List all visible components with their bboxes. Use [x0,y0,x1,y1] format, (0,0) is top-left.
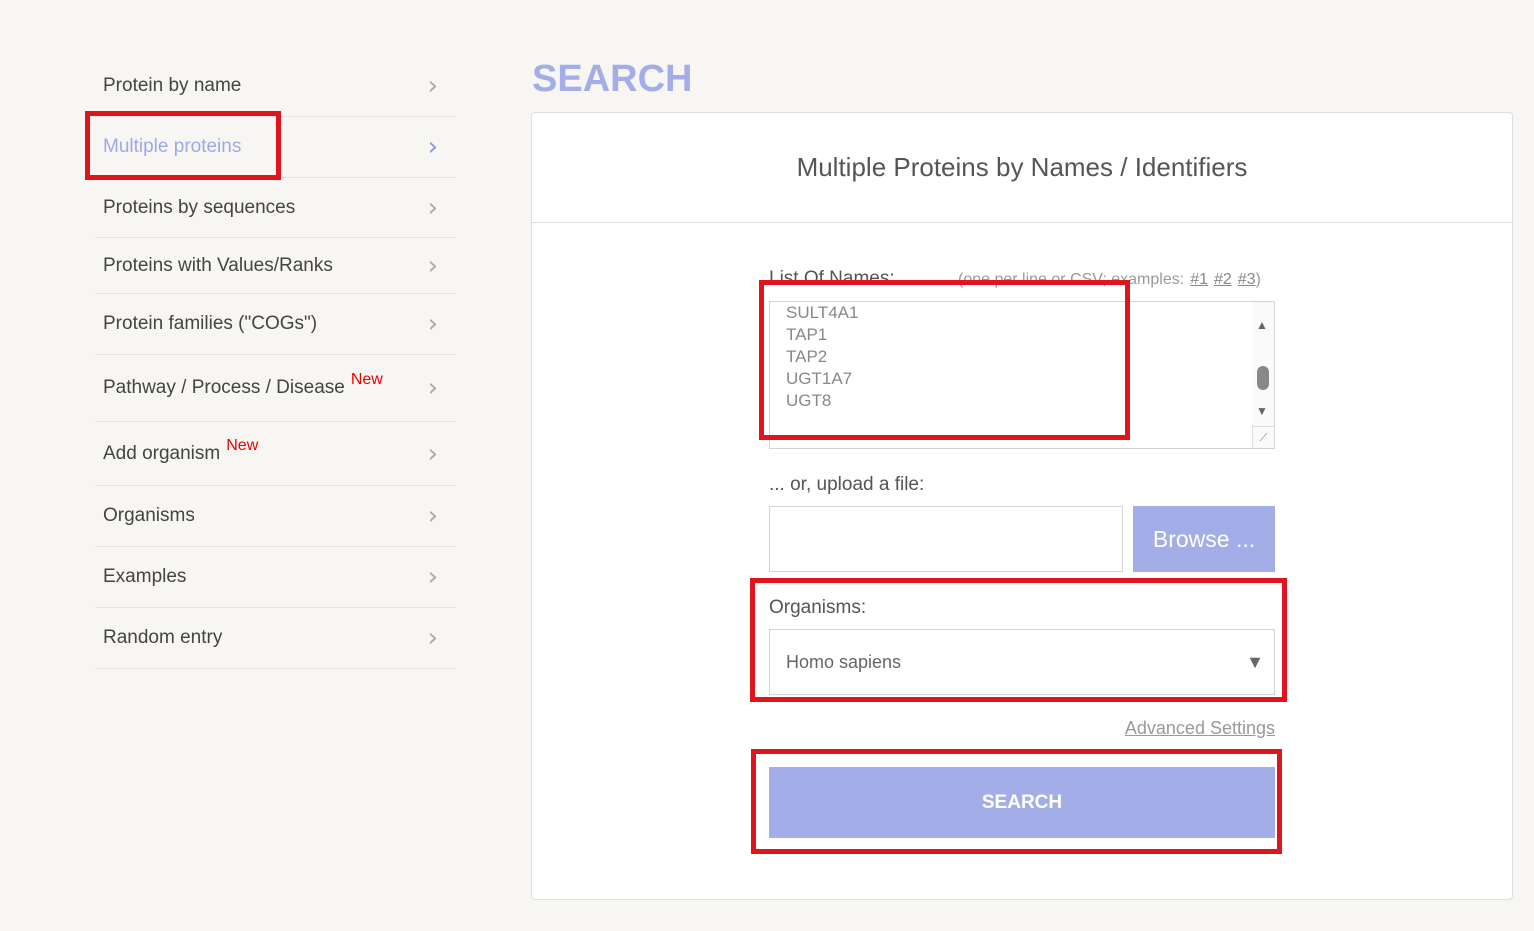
sidebar-item-examples[interactable]: Examples › [95,547,456,608]
organisms-label: Organisms: [769,597,867,618]
name-line: SULT4A1 [786,303,859,322]
chevron-right-icon: › [427,623,438,653]
page-title: SEARCH [532,58,693,100]
panel-heading: Multiple Proteins by Names / Identifiers [532,113,1512,223]
chevron-right-icon: › [427,192,438,223]
chevron-right-icon: › [427,501,438,531]
examples-hint: (one per line or CSV; examples: #1 #2 #3) [958,271,1261,289]
sidebar-item-add-organism[interactable]: Add organism New › [95,422,456,486]
search-button[interactable]: SEARCH [769,767,1275,838]
label: Protein families ("COGs") [103,313,318,334]
scroll-thumb[interactable] [1257,366,1269,390]
list-label: List Of Names: [769,268,895,289]
upload-label: ... or, upload a file: [769,474,925,495]
scrollbar[interactable]: ▲ ▼ ⟋ [1252,302,1274,448]
dropdown-arrow-icon: ▼ [1246,651,1264,672]
name-line: TAP2 [786,347,828,366]
sidebar-nav: Protein by name › Multiple proteins › Prot… [95,56,456,669]
label: Protein by name [103,75,242,96]
example-3-link[interactable]: #3 [1238,271,1256,288]
chevron-right-icon: › [427,71,438,101]
names-textarea[interactable]: SULT4A1 TAP1 TAP2 UGT1A7 UGT8 ▲ ▼ ⟋ [769,301,1275,449]
chevron-right-icon: › [427,250,438,281]
file-input[interactable] [769,506,1123,572]
label: Organisms [103,505,195,526]
label: Multiple proteins [103,136,242,157]
scroll-up-icon[interactable]: ▲ [1256,314,1268,336]
new-badge: New [350,371,383,388]
sidebar-item-protein-families[interactable]: Protein families ("COGs") › [95,294,456,355]
sidebar-item-multiple-proteins[interactable]: Multiple proteins › [95,117,456,178]
sidebar-item-protein-by-name[interactable]: Protein by name › [95,56,456,117]
chevron-right-icon: › [427,373,438,403]
hint-text: (one per line or CSV; examples: [958,271,1185,288]
example-1-link[interactable]: #1 [1190,271,1208,288]
sidebar-item-pathway[interactable]: Pathway / Process / Disease New › [95,355,456,422]
scroll-down-icon[interactable]: ▼ [1256,400,1268,422]
advanced-settings-link[interactable]: Advanced Settings [1125,718,1275,739]
sidebar-item-values-ranks[interactable]: Proteins with Values/Ranks › [95,238,456,294]
sidebar-item-proteins-by-sequences[interactable]: Proteins by sequences › [95,178,456,238]
sidebar-item-organisms[interactable]: Organisms › [95,486,456,547]
resize-handle-icon[interactable]: ⟋ [1252,426,1274,448]
name-line: TAP1 [786,325,828,344]
label: Proteins with Values/Ranks [103,254,333,276]
label: Pathway / Process / Disease [103,377,345,398]
name-line: UGT8 [786,391,832,410]
hint-end: ) [1255,271,1261,288]
browse-button[interactable]: Browse ... [1133,506,1275,572]
selected-organism: Homo sapiens [786,651,902,672]
chevron-right-icon: › [427,309,438,339]
label: Add organism [103,442,221,464]
label: Proteins by sequences [103,196,296,218]
chevron-right-icon: › [427,562,438,592]
new-badge: New [226,436,259,454]
chevron-right-icon: › [427,438,438,469]
label: Examples [103,566,187,587]
sidebar-item-random-entry[interactable]: Random entry › [95,608,456,669]
chevron-right-icon: › [427,132,438,162]
name-line: UGT1A7 [786,369,853,388]
label: Random entry [103,627,223,648]
organism-select[interactable]: Homo sapiens ▼ [769,629,1275,695]
example-2-link[interactable]: #2 [1214,271,1232,288]
